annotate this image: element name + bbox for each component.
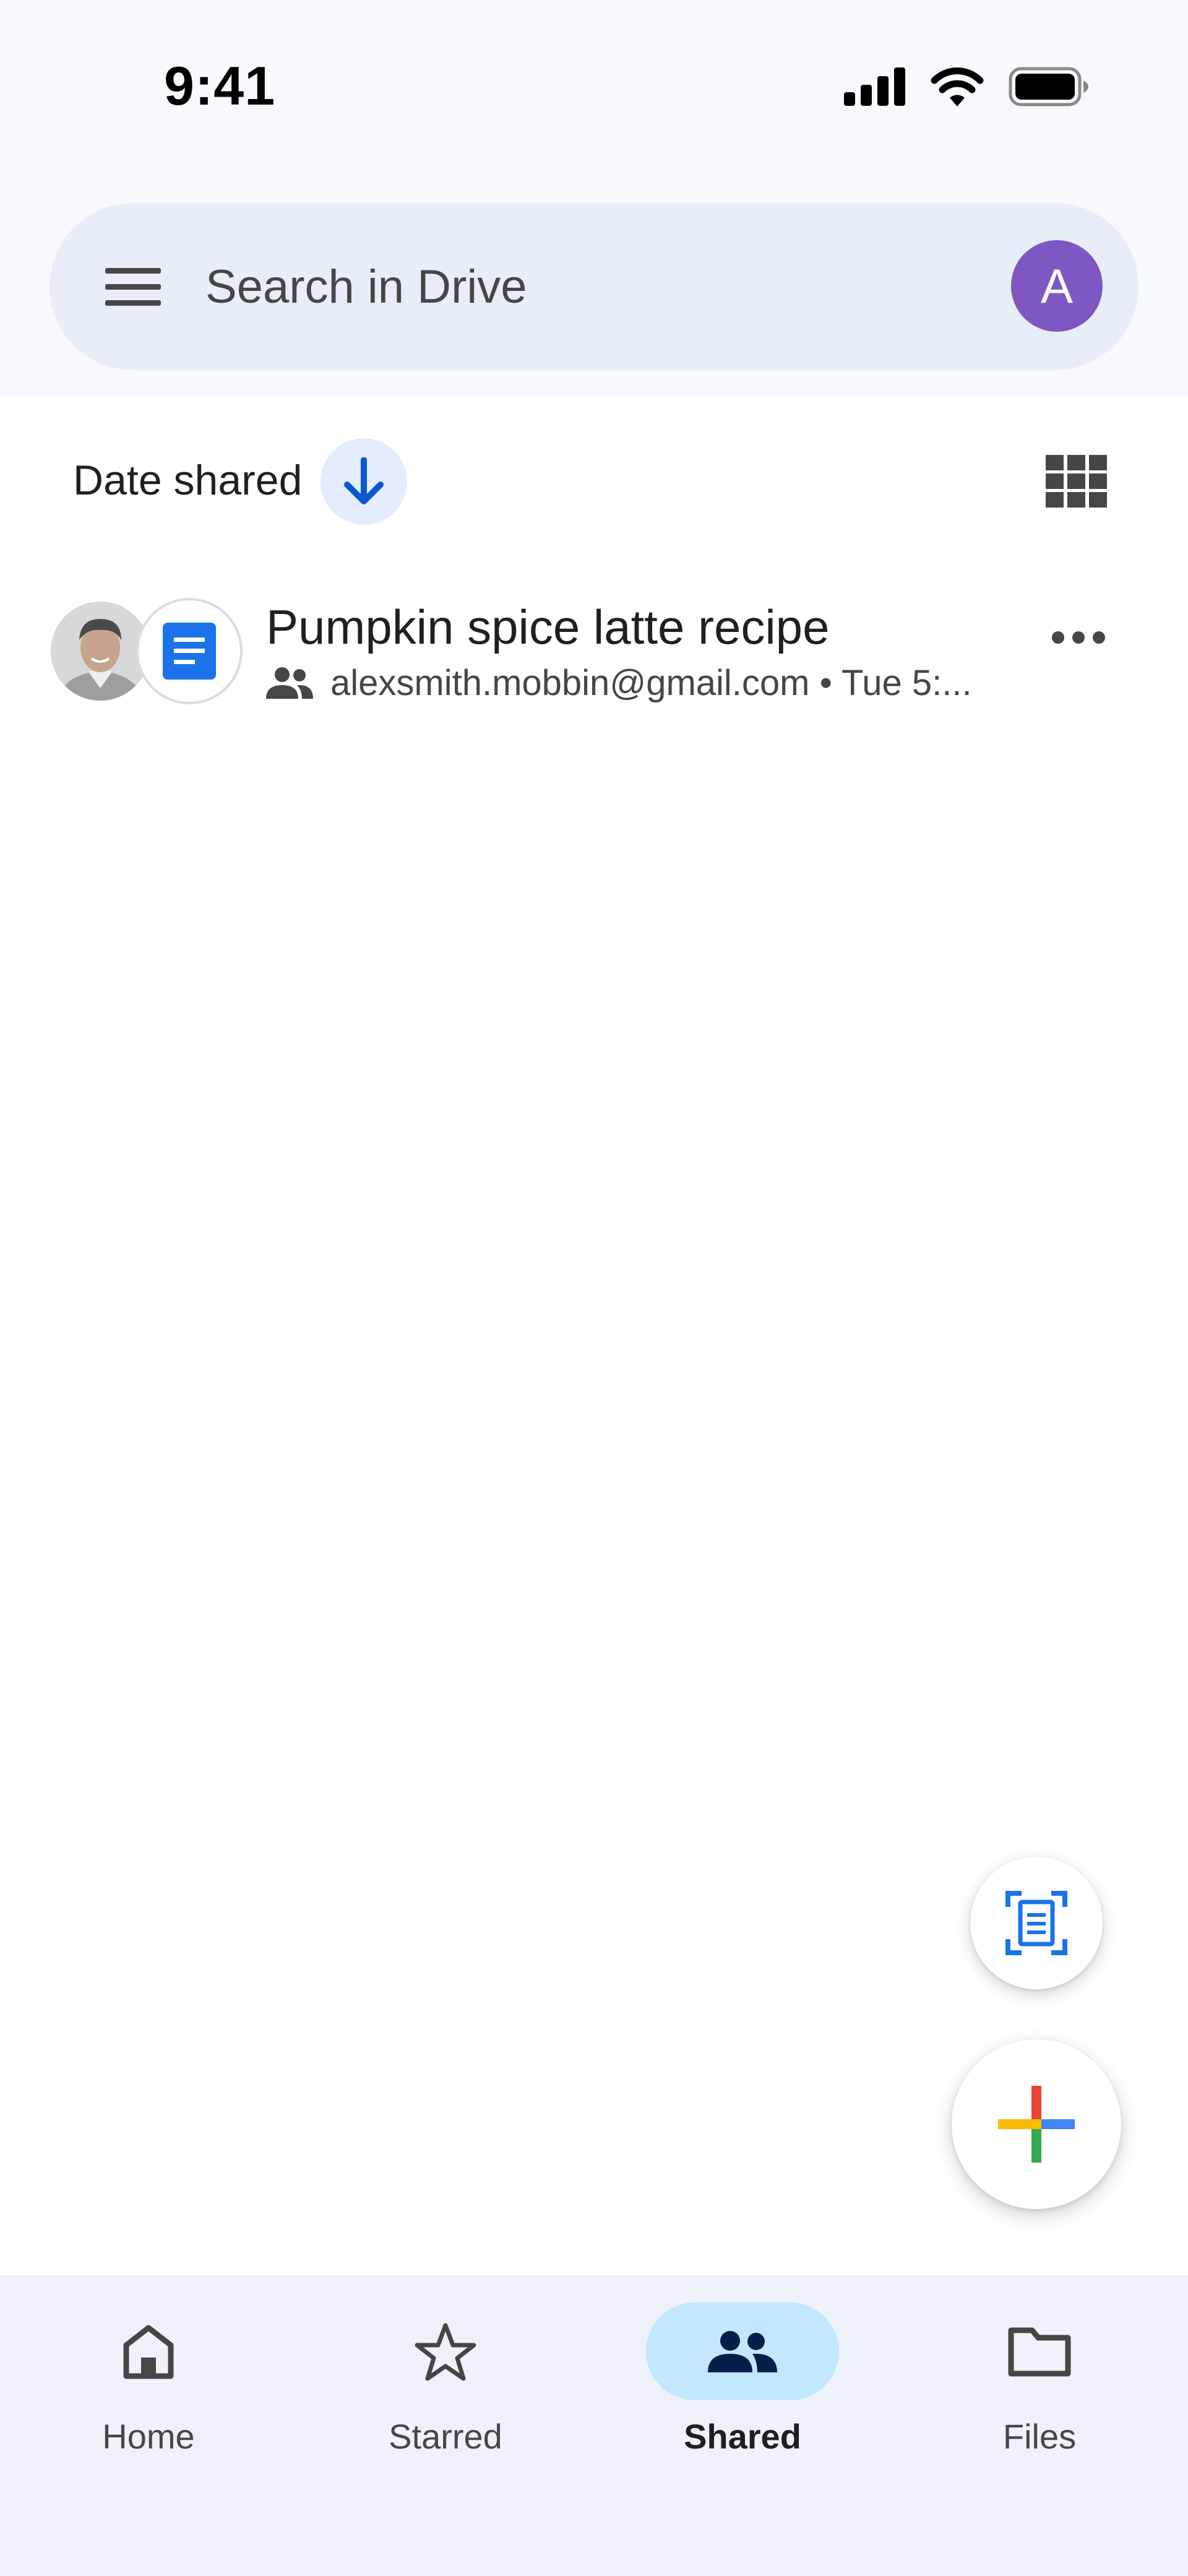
sort-direction-button[interactable] bbox=[321, 438, 407, 525]
more-options-button[interactable] bbox=[1051, 625, 1106, 650]
nav-home-label: Home bbox=[102, 2417, 195, 2456]
nav-home-pill bbox=[52, 2302, 245, 2400]
battery-icon bbox=[1009, 67, 1088, 106]
file-name: Pumpkin spice latte recipe bbox=[266, 600, 830, 654]
account-avatar[interactable]: A bbox=[1011, 240, 1103, 332]
nav-home[interactable]: Home bbox=[0, 2275, 297, 2461]
nav-files-pill bbox=[943, 2302, 1136, 2400]
wifi-icon bbox=[931, 67, 984, 106]
drive-shared-screen: 9:41 Search in Drive A Date shared Pumpk… bbox=[0, 0, 1188, 2576]
file-meta-text: alexsmith.mobbin@gmail.com • Tue 5:... bbox=[330, 662, 972, 703]
nav-starred-pill bbox=[349, 2302, 542, 2400]
owner-photo bbox=[51, 602, 150, 701]
sort-label[interactable]: Date shared bbox=[73, 456, 302, 504]
file-type-badge bbox=[136, 598, 243, 704]
google-docs-icon bbox=[163, 623, 216, 680]
bottom-navigation: Home Starred Shared Files bbox=[0, 2275, 1188, 2576]
grid-view-icon bbox=[1046, 455, 1107, 508]
file-row[interactable]: Pumpkin spice latte recipe alexsmith.mob… bbox=[0, 576, 1188, 724]
new-button[interactable] bbox=[952, 2039, 1121, 2209]
menu-icon[interactable] bbox=[105, 268, 161, 306]
shared-people-icon bbox=[266, 667, 313, 699]
status-icons bbox=[844, 65, 1089, 108]
nav-shared-label: Shared bbox=[684, 2417, 801, 2456]
nav-starred[interactable]: Starred bbox=[297, 2275, 594, 2461]
top-area: 9:41 Search in Drive A bbox=[0, 0, 1188, 396]
search-input[interactable]: Search in Drive bbox=[205, 260, 527, 314]
home-icon bbox=[123, 2325, 174, 2379]
arrow-down-icon bbox=[344, 457, 384, 504]
grid-view-button[interactable] bbox=[1046, 455, 1108, 508]
nav-files[interactable]: Files bbox=[891, 2275, 1188, 2461]
avatar-letter: A bbox=[1040, 258, 1074, 313]
owner-avatar bbox=[51, 602, 150, 701]
star-icon bbox=[415, 2323, 476, 2381]
file-meta: alexsmith.mobbin@gmail.com • Tue 5:... bbox=[266, 661, 972, 704]
status-time: 9:41 bbox=[164, 55, 276, 116]
search-bar[interactable]: Search in Drive A bbox=[50, 203, 1138, 370]
scan-button[interactable] bbox=[970, 1857, 1103, 1989]
people-icon bbox=[708, 2331, 777, 2372]
nav-starred-label: Starred bbox=[389, 2417, 502, 2456]
nav-shared-pill bbox=[646, 2302, 839, 2400]
more-horizontal-icon bbox=[1052, 631, 1105, 644]
nav-files-label: Files bbox=[1002, 2417, 1077, 2456]
nav-shared[interactable]: Shared bbox=[594, 2275, 891, 2461]
document-scan-icon bbox=[1005, 1891, 1067, 1955]
signal-icon bbox=[844, 67, 905, 106]
folder-icon bbox=[1008, 2327, 1071, 2377]
status-bar: 9:41 bbox=[0, 0, 1188, 173]
plus-icon bbox=[998, 2086, 1075, 2163]
